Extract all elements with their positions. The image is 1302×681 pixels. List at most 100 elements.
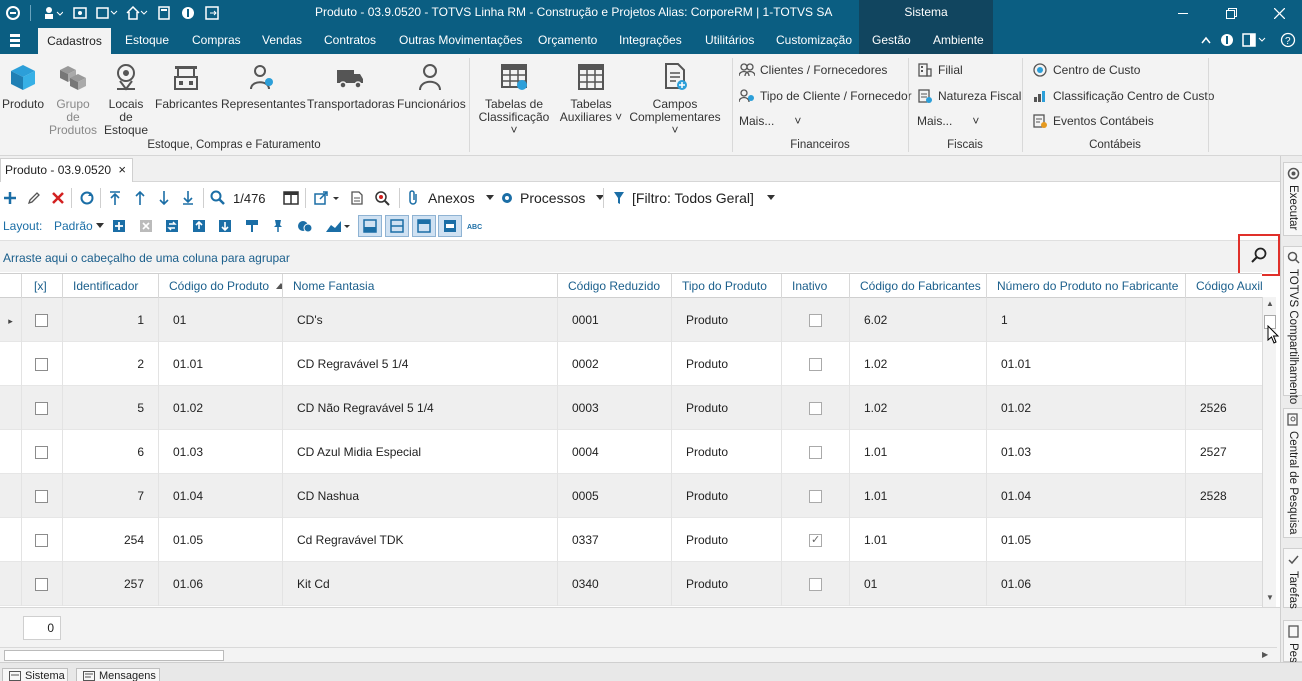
filial-button[interactable]: Filial <box>917 61 963 79</box>
cell-reduzido[interactable]: 0005 <box>558 474 672 518</box>
row-select-checkbox[interactable] <box>22 342 63 386</box>
cell-reduzido[interactable]: 0340 <box>558 562 672 606</box>
inativo-checkbox[interactable] <box>809 446 822 460</box>
inativo-checkbox[interactable] <box>809 578 822 592</box>
scroll-thumb[interactable] <box>4 650 224 661</box>
column-header-identificador[interactable]: Identificador <box>63 274 159 298</box>
cell-nome[interactable]: CD Não Regravável 5 1/4 <box>283 386 558 430</box>
inativo-checkbox[interactable] <box>809 402 822 416</box>
cell-codigo[interactable]: 01.05 <box>159 518 283 562</box>
search-record-icon[interactable] <box>210 188 226 208</box>
group-by-area[interactable]: Arraste aqui o cabeçalho de uma coluna p… <box>0 240 1280 272</box>
window-icon[interactable] <box>93 2 121 24</box>
side-tab-pesquisa[interactable]: Pesq <box>1283 620 1302 669</box>
last-record-icon[interactable] <box>181 188 195 208</box>
layout-dropdown[interactable]: Padrão <box>54 216 104 236</box>
checkbox[interactable] <box>35 490 48 504</box>
cell-reduzido[interactable]: 0337 <box>558 518 672 562</box>
refresh-icon[interactable] <box>79 188 95 208</box>
checkbox[interactable] <box>35 534 48 548</box>
checkbox[interactable] <box>35 358 48 372</box>
table-row[interactable]: 25401.05Cd Regravável TDK0337Produto1.01… <box>0 518 1262 562</box>
grid-search-button[interactable] <box>1238 234 1280 276</box>
anexos-button[interactable]: Anexos <box>408 188 495 208</box>
layout-grid-icon[interactable] <box>358 215 382 237</box>
tab-ambiente[interactable]: Ambiente <box>925 26 992 54</box>
tab-utilitarios[interactable]: Utilitários <box>697 26 762 54</box>
inativo-checkbox-cell[interactable] <box>782 386 850 430</box>
cell-aux[interactable] <box>1186 342 1262 386</box>
classificacao-centro-custo-button[interactable]: Classificação Centro de Custo <box>1032 87 1214 105</box>
first-record-icon[interactable] <box>108 188 122 208</box>
cell-tipo[interactable]: Produto <box>672 430 782 474</box>
checkbox[interactable] <box>35 402 48 416</box>
totvs-logo-icon[interactable] <box>2 2 24 24</box>
side-tab-tarefas[interactable]: Tarefas <box>1283 548 1302 609</box>
row-select-checkbox[interactable] <box>22 430 63 474</box>
restore-button[interactable] <box>1208 0 1254 26</box>
cell-id[interactable]: 6 <box>63 430 159 474</box>
cell-id[interactable]: 257 <box>63 562 159 606</box>
cell-num-fab[interactable]: 01.06 <box>987 562 1186 606</box>
help-icon[interactable] <box>177 2 199 24</box>
centro-custo-button[interactable]: Centro de Custo <box>1032 61 1140 79</box>
cell-nome[interactable]: CD Azul Midia Especial <box>283 430 558 474</box>
filter-button[interactable]: [Filtro: Todos Geral] <box>613 188 776 208</box>
cell-fab[interactable]: 1.01 <box>850 474 987 518</box>
table-row[interactable]: 2 01.01 CD Regravável 5 1/4 0002 Produto 1.02… <box>0 342 1262 386</box>
pin-icon[interactable] <box>271 216 285 236</box>
cell-num-fab[interactable]: 01.03 <box>987 430 1186 474</box>
row-select-checkbox[interactable] <box>22 386 63 430</box>
preview-icon[interactable] <box>374 188 390 208</box>
locais-estoque-button[interactable]: Locais de Estoque <box>101 62 151 137</box>
produto-button[interactable]: Produto <box>1 62 45 111</box>
paint-icon[interactable] <box>245 216 259 236</box>
cell-fab[interactable]: 1.01 <box>850 518 987 562</box>
cell-codigo[interactable]: 01.01 <box>159 342 283 386</box>
column-header-nome-fantasia[interactable]: Nome Fantasia <box>283 274 558 298</box>
column-header-select[interactable]: [x] <box>22 274 63 298</box>
column-header-codigo-produto[interactable]: Código do Produto <box>159 274 283 298</box>
cell-codigo[interactable]: 01.03 <box>159 430 283 474</box>
horizontal-scrollbar[interactable]: ▶ <box>0 647 1277 663</box>
tab-customizacao[interactable]: Customização <box>768 26 860 54</box>
cell-fab[interactable]: 1.02 <box>850 342 987 386</box>
checkbox[interactable] <box>35 446 48 460</box>
save-layout-icon[interactable] <box>165 216 179 236</box>
natureza-fiscal-button[interactable]: Natureza Fiscal <box>917 87 1021 105</box>
cell-fab[interactable]: 01 <box>850 562 987 606</box>
fabricantes-button[interactable]: Fabricantes <box>155 62 218 111</box>
column-header-inativo[interactable]: Inativo <box>782 274 850 298</box>
tab-outras-movimentacoes[interactable]: Outras Movimentações <box>391 26 530 54</box>
question-icon[interactable]: ? <box>1276 26 1300 54</box>
exit-icon[interactable] <box>201 2 223 24</box>
cell-num-fab[interactable]: 1 <box>987 298 1186 342</box>
row-select-checkbox[interactable] <box>22 518 63 562</box>
cell-nome[interactable]: CD's <box>283 298 558 342</box>
inativo-checkbox-cell[interactable] <box>782 474 850 518</box>
side-tab-executar[interactable]: Executar <box>1283 162 1302 236</box>
table-row[interactable]: ▸ 1 01 CD's 0001 Produto 6.02 1 <box>0 298 1262 342</box>
column-header-tipo-produto[interactable]: Tipo do Produto <box>672 274 782 298</box>
inativo-checkbox[interactable] <box>809 490 822 504</box>
inativo-checkbox-cell[interactable] <box>782 430 850 474</box>
row-select-checkbox[interactable] <box>22 474 63 518</box>
cell-aux[interactable]: 2527 <box>1186 430 1262 474</box>
scroll-right-icon[interactable]: ▶ <box>1262 650 1268 659</box>
cell-num-fab[interactable]: 01.05 <box>987 518 1186 562</box>
table-row[interactable]: 257 01.06 Kit Cd 0340 Produto 01 01.06 <box>0 562 1262 606</box>
tab-integracoes[interactable]: Integrações <box>611 26 690 54</box>
table-row[interactable]: 5 01.02 CD Não Regravável 5 1/4 0003 Produto… <box>0 386 1262 430</box>
inativo-checkbox[interactable] <box>809 531 822 549</box>
cell-codigo[interactable]: 01.02 <box>159 386 283 430</box>
cell-num-fab[interactable]: 01.02 <box>987 386 1186 430</box>
cell-aux[interactable]: 2526 <box>1186 386 1262 430</box>
scroll-down-icon[interactable]: ▼ <box>1263 591 1277 605</box>
cell-nome[interactable]: CD Nashua <box>283 474 558 518</box>
cell-num-fab[interactable]: 01.01 <box>987 342 1186 386</box>
eventos-contabeis-button[interactable]: Eventos Contábeis <box>1032 112 1154 130</box>
checkbox[interactable] <box>35 314 48 328</box>
tab-contratos[interactable]: Contratos <box>316 26 384 54</box>
new-layout-icon[interactable] <box>112 216 126 236</box>
collapse-ribbon-icon[interactable] <box>1196 26 1216 54</box>
